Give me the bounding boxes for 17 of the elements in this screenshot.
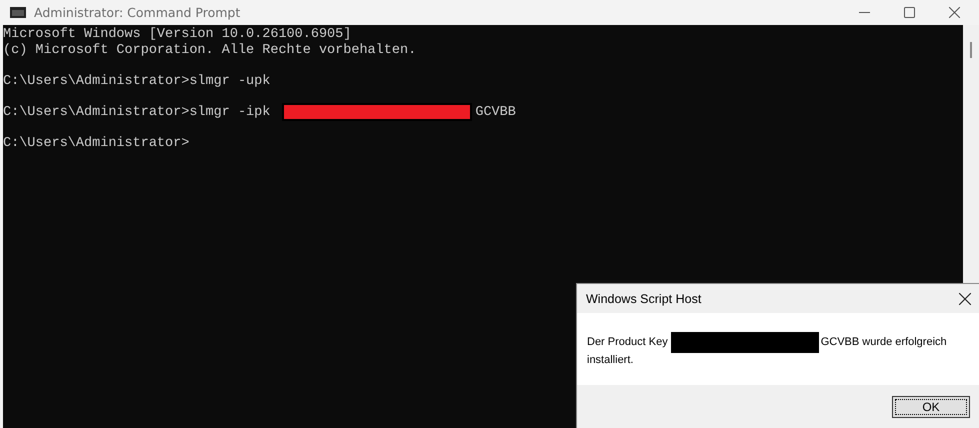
message-text: GCVBB wurde erfolgreich <box>820 335 947 349</box>
close-icon[interactable] <box>959 292 971 304</box>
close-icon[interactable] <box>949 7 960 18</box>
console-text: C:\Users\Administrator>slmgr -upk <box>3 74 270 89</box>
ok-button[interactable]: OK <box>892 396 970 418</box>
console-text: (c) Microsoft Corporation. Alle Rechte vorbehalten. <box>3 42 416 58</box>
message-text: installiert. <box>587 352 634 366</box>
console-text: GCVBB <box>475 104 516 120</box>
dialog-title: Windows Script Host <box>586 292 702 306</box>
console-text: C:\Users\Administrator> <box>3 136 190 151</box>
console-text: Microsoft Windows [Version 10.0.26100.6905] <box>3 27 352 42</box>
window-title: Administrator: Command Prompt <box>34 5 240 20</box>
scroll-thumb[interactable] <box>970 42 972 58</box>
console-icon <box>10 7 26 18</box>
console-text: C:\Users\Administrator>slmgr -ipk <box>3 104 270 120</box>
maximize-icon[interactable] <box>904 7 915 18</box>
message-text: Der Product Key <box>587 335 668 349</box>
